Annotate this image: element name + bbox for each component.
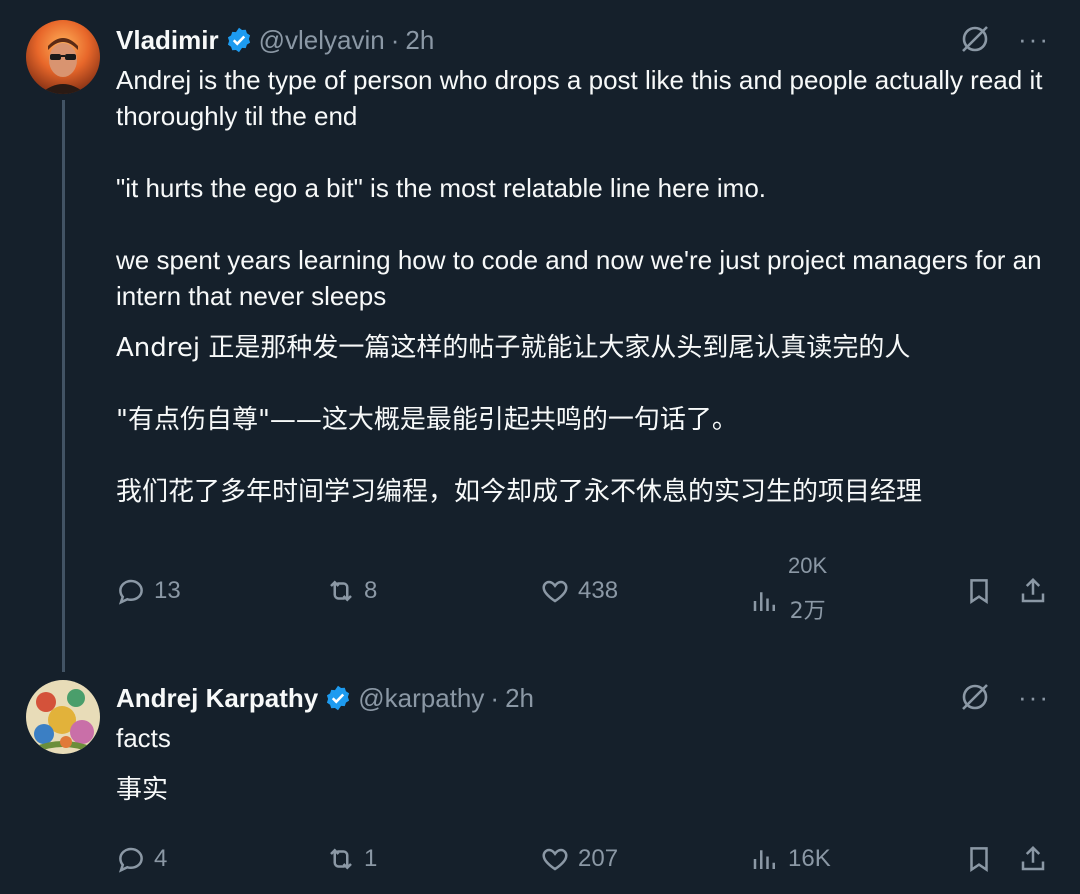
tweet-actions: 4 1 207 16K — [116, 824, 1056, 894]
repost-count: 1 — [364, 845, 378, 872]
tweet-body: facts — [116, 720, 1046, 756]
timestamp[interactable]: 2h — [505, 683, 534, 714]
display-name[interactable]: Andrej Karpathy — [116, 683, 318, 714]
tweet-header: Andrej Karpathy @karpathy · 2h — [116, 678, 534, 718]
tweet-translation: Andrej 正是那种发一篇这样的帖子就能让大家从头到尾认真读完的人 "有点伤自… — [116, 330, 1046, 510]
grok-icon[interactable] — [958, 680, 992, 714]
like-button[interactable]: 438 — [540, 576, 618, 606]
display-name[interactable]: Vladimir — [116, 25, 219, 56]
verified-badge-icon — [225, 26, 253, 54]
timestamp[interactable]: 2h — [405, 25, 434, 56]
more-icon[interactable]: ··· — [1018, 684, 1050, 710]
like-icon — [542, 848, 568, 871]
reply-button[interactable]: 13 — [116, 576, 181, 606]
views-icon — [753, 592, 775, 611]
tweet-header: Vladimir @vlelyavin · 2h — [116, 20, 434, 60]
view-count: 16K — [788, 845, 831, 872]
reply-icon — [118, 579, 143, 605]
share-button[interactable] — [1018, 576, 1056, 606]
verified-badge-icon — [324, 684, 352, 712]
handle[interactable]: @karpathy — [358, 683, 484, 714]
reply-icon — [118, 847, 143, 873]
like-count: 438 — [578, 577, 619, 604]
bookmark-button[interactable] — [964, 844, 1002, 874]
repost-button[interactable]: 8 — [326, 576, 377, 606]
avatar-vladimir[interactable] — [26, 20, 100, 94]
like-count: 207 — [578, 845, 619, 872]
thread-connector-line — [62, 100, 65, 672]
bookmark-icon — [970, 847, 988, 872]
share-icon — [1021, 845, 1045, 871]
reply-count: 4 — [154, 845, 168, 872]
bookmark-icon — [970, 579, 988, 604]
separator: · — [490, 682, 500, 713]
avatar-karpathy[interactable] — [26, 680, 100, 754]
view-count-translation: 2万 — [789, 599, 826, 624]
handle[interactable]: @vlelyavin — [259, 25, 385, 56]
tweet-top-actions: ··· — [958, 680, 1050, 714]
share-button[interactable] — [1018, 844, 1056, 874]
like-icon — [542, 580, 568, 603]
tweet-translation: 事实 — [116, 772, 1046, 808]
tweet-actions: 13 8 438 20K 2万 — [116, 553, 1056, 626]
body-paragraph: Andrej is the type of person who drops a… — [116, 65, 1043, 131]
views-button[interactable]: 20K 2万 — [750, 552, 827, 626]
view-count: 20K — [788, 553, 828, 578]
share-icon — [1021, 577, 1045, 603]
repost-button[interactable]: 1 — [326, 844, 377, 874]
views-button[interactable]: 16K — [750, 844, 831, 874]
translation-paragraph: 我们花了多年时间学习编程，如今却成了永不休息的实习生的项目经理 — [116, 477, 923, 507]
bookmark-button[interactable] — [964, 576, 1002, 606]
separator: · — [390, 24, 400, 55]
body-paragraph: "it hurts the ego a bit" is the most rel… — [116, 173, 767, 203]
tweet-top-actions: ··· — [958, 22, 1050, 56]
repost-count: 8 — [364, 577, 378, 604]
like-button[interactable]: 207 — [540, 844, 618, 874]
translation-paragraph: "有点伤自尊"——这大概是最能引起共鸣的一句话了。 — [116, 405, 738, 435]
grok-icon[interactable] — [958, 22, 992, 56]
body-paragraph: we spent years learning how to code and … — [116, 245, 1042, 311]
translation-paragraph: Andrej 正是那种发一篇这样的帖子就能让大家从头到尾认真读完的人 — [116, 333, 911, 363]
translation-paragraph: 事实 — [116, 775, 169, 805]
repost-icon — [330, 580, 352, 602]
tweet-body: Andrej is the type of person who drops a… — [116, 62, 1046, 314]
reply-count: 13 — [154, 577, 181, 604]
thread: Vladimir @vlelyavin · 2h ··· Andrej is t… — [0, 0, 1080, 894]
body-paragraph: facts — [116, 723, 171, 753]
repost-icon — [330, 848, 352, 870]
reply-button[interactable]: 4 — [116, 844, 167, 874]
views-icon — [753, 850, 775, 869]
more-icon[interactable]: ··· — [1018, 26, 1050, 52]
